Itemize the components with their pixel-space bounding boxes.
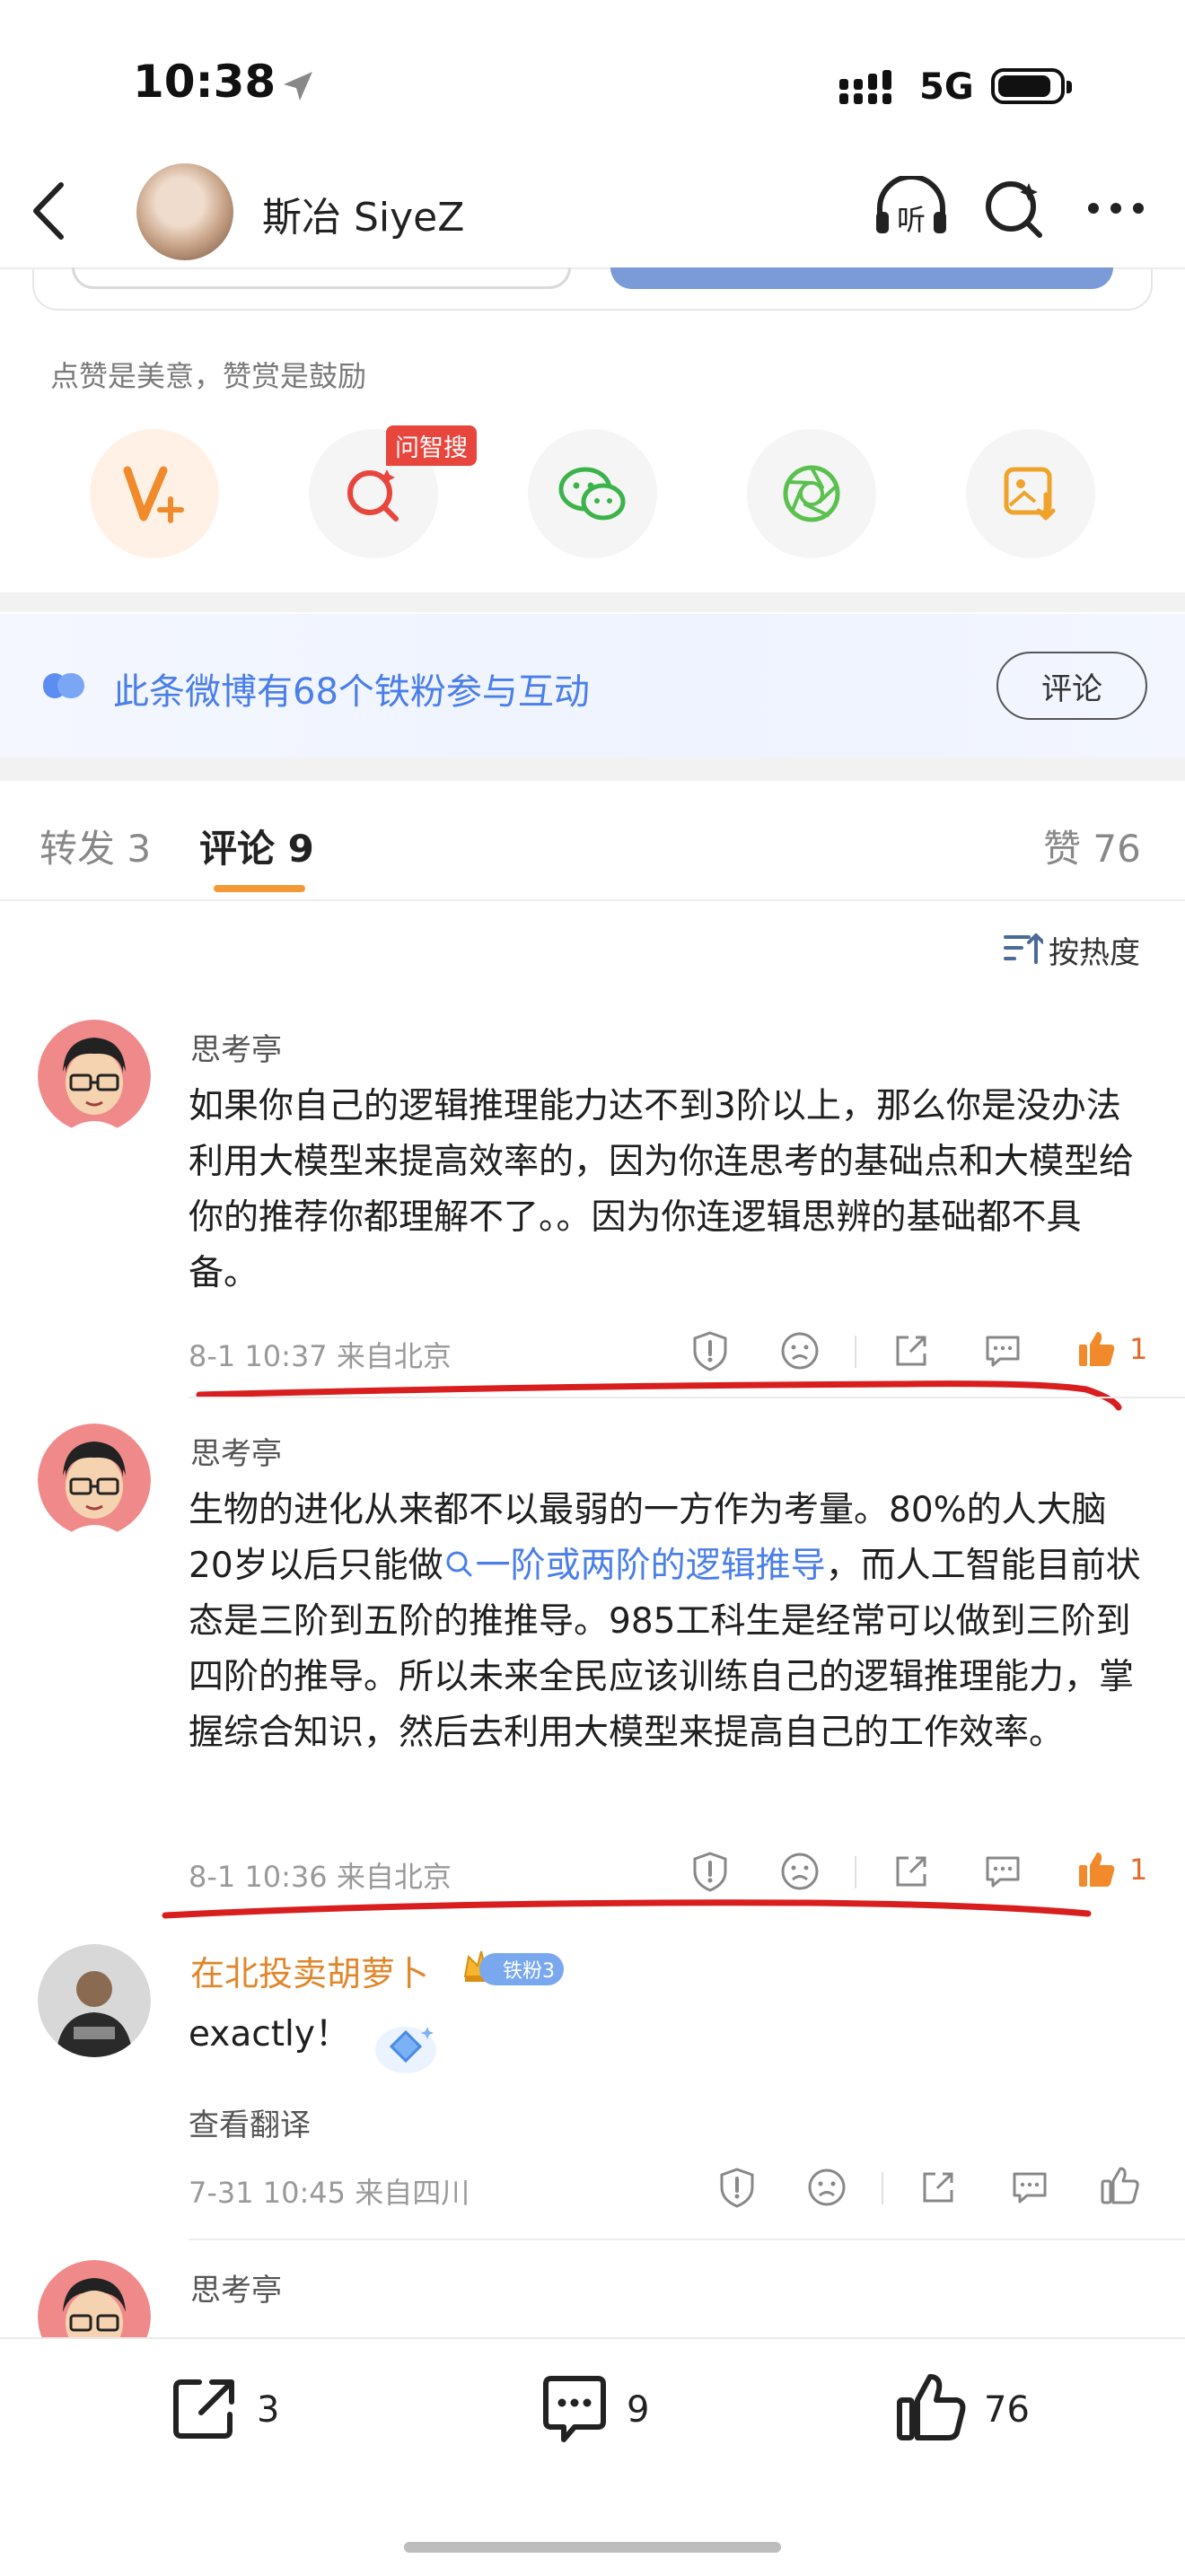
comment-avatar[interactable] (38, 1944, 151, 2057)
like-count[interactable]: 76 (984, 2389, 1030, 2431)
diamond-sticker-icon (375, 2027, 436, 2073)
action-divider (855, 1856, 856, 1888)
comment-count[interactable]: 9 (627, 2389, 649, 2431)
fan-level-badge: 铁粉3 (479, 1953, 564, 1985)
repost-icon[interactable] (169, 2373, 241, 2445)
topic-link-text[interactable]: 一阶或两阶的逻辑推导 (476, 1546, 826, 1586)
section-gap (0, 592, 1185, 612)
moments-share-button[interactable] (747, 429, 876, 558)
comment-actions (709, 2163, 1185, 2212)
dislike-face-icon[interactable] (804, 2165, 849, 2210)
red-underline-annotation (196, 1380, 1122, 1411)
glasses-man-avatar-icon (38, 1020, 151, 1133)
comment-text: 如果你自己的逻辑推理能力达不到3阶以上，那么你是没办法利用大模型来提高效率的，因… (189, 1086, 1135, 1293)
comment-divider (189, 2239, 1185, 2240)
comment-like-count: 1 (1129, 1853, 1148, 1887)
comment-user-name[interactable]: 思考亭 (190, 2265, 282, 2309)
network-label: 5G (919, 66, 974, 108)
photo-avatar-icon (38, 1944, 151, 2057)
comment-avatar[interactable] (38, 1020, 151, 1133)
search-icon[interactable] (982, 176, 1045, 241)
like-thumb-icon[interactable] (1097, 2163, 1142, 2208)
status-time: 10:38 (133, 56, 276, 108)
reward-v-icon (123, 466, 184, 523)
reward-button[interactable] (90, 429, 219, 558)
back-arrow-icon[interactable] (27, 180, 72, 242)
comment-meta: 7-31 10:45 来自四川 (189, 2176, 470, 2210)
header-avatar[interactable] (136, 163, 233, 260)
translate-link[interactable]: 查看翻译 (189, 2100, 311, 2144)
location-arrow-icon (284, 72, 312, 101)
like-hint-text: 点赞是美意，赞赏是鼓励 (50, 359, 367, 393)
zhisou-badge: 问智搜 (386, 425, 477, 466)
moments-aperture-icon (783, 465, 840, 522)
comment-user-name[interactable]: 在北投卖胡萝卜 (190, 1946, 429, 1995)
share-icon[interactable] (916, 2165, 961, 2210)
glasses-man-avatar-icon (38, 1424, 151, 1537)
comment-like-count: 1 (1129, 1332, 1148, 1366)
comment-text: exactly！ (189, 2014, 350, 2055)
tab-comments[interactable]: 评论 9 (199, 819, 314, 873)
listen-label: 听 (897, 203, 926, 237)
comment-user-name[interactable]: 思考亭 (190, 1429, 282, 1473)
section-gap-2 (0, 758, 1185, 781)
fans-comment-button[interactable]: 评论 (996, 652, 1147, 720)
comment-user-name[interactable]: 思考亭 (190, 1025, 282, 1069)
active-tab-indicator (214, 885, 305, 892)
save-image-button[interactable] (966, 429, 1095, 558)
search-link-icon (446, 1551, 472, 1577)
comment-icon[interactable] (537, 2373, 612, 2449)
comment-divider (189, 1397, 1185, 1398)
tabs-divider (0, 899, 1185, 901)
comment-avatar[interactable] (38, 1424, 151, 1537)
battery-icon (991, 68, 1072, 104)
signal-icon (839, 70, 891, 104)
more-icon[interactable] (1084, 176, 1147, 241)
home-indicator[interactable] (404, 2542, 781, 2553)
tab-likes[interactable]: 赞 76 (1043, 819, 1141, 873)
report-shield-icon[interactable] (715, 2165, 759, 2210)
like-icon[interactable] (894, 2370, 970, 2445)
topic-search-link[interactable]: 一阶或两阶的逻辑推导 (443, 1546, 826, 1586)
red-underline-annotation (162, 1899, 1092, 1919)
sort-icon[interactable] (1002, 930, 1043, 966)
wechat-share-button[interactable] (528, 429, 657, 558)
save-image-icon (1004, 467, 1056, 521)
sort-label[interactable]: 按热度 (1049, 928, 1140, 972)
action-divider (882, 2172, 883, 2204)
partial-button-right[interactable] (610, 267, 1113, 289)
partial-button-left[interactable] (72, 267, 571, 289)
listen-icon[interactable]: 听 (873, 176, 950, 241)
reply-bubble-icon[interactable] (1007, 2165, 1052, 2210)
tab-repost[interactable]: 转发 3 (40, 819, 151, 873)
comment-text: 生物的进化从来都不以最弱的一方作为考量。80%的人大脑20岁以后只能做 一阶或两阶… (189, 1483, 1149, 1761)
zhisou-search-icon (347, 469, 399, 521)
repost-count[interactable]: 3 (257, 2389, 279, 2431)
header-user-name[interactable]: 斯冶 SiyeZ (262, 185, 464, 242)
wechat-icon (558, 467, 626, 521)
fans-bubble-icon (43, 673, 84, 698)
fans-interaction-text: 此条微博有68个铁粉参与互动 (113, 671, 590, 713)
